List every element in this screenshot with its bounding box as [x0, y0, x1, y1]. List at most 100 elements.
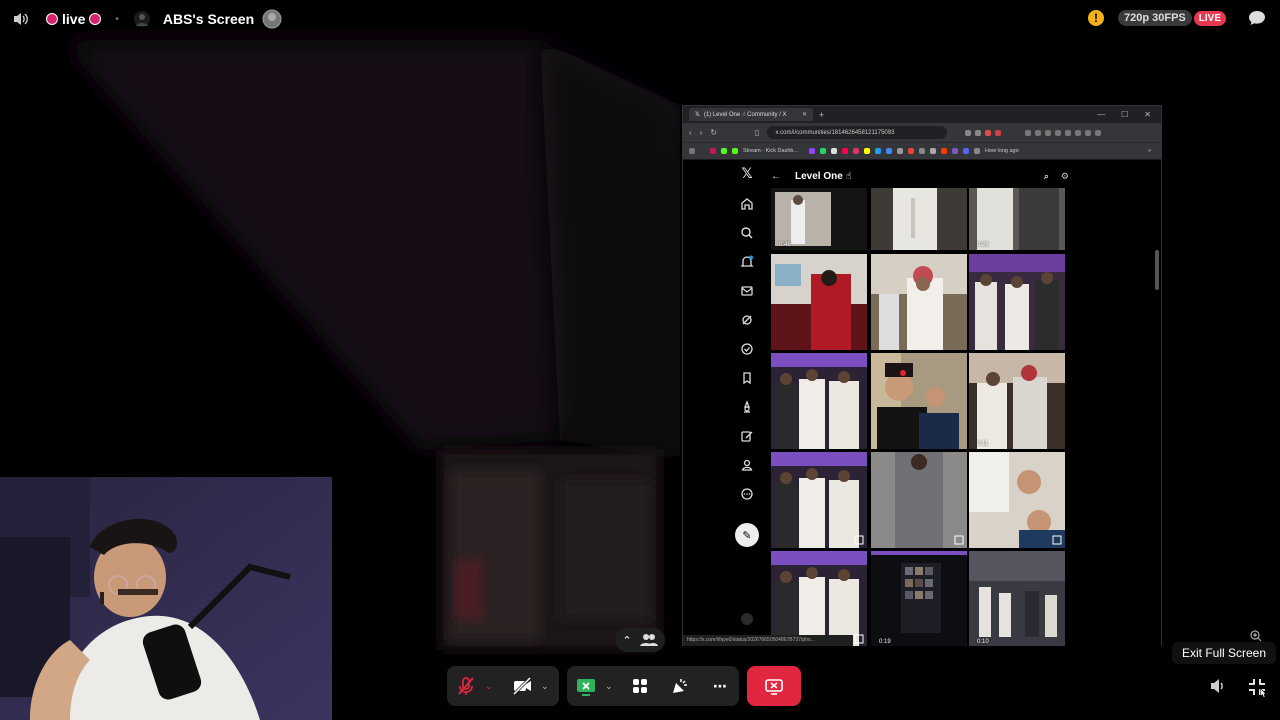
- new-tab-icon[interactable]: +: [819, 110, 824, 120]
- bookmark-favicon[interactable]: [842, 148, 849, 154]
- ext-icon[interactable]: [1075, 129, 1082, 136]
- mic-options-chevron-icon[interactable]: ⌄: [485, 681, 495, 692]
- ext-icon[interactable]: [1085, 129, 1092, 136]
- account-avatar[interactable]: [740, 612, 754, 626]
- bookmark-favicon[interactable]: [820, 148, 827, 154]
- media-tile[interactable]: 0:26: [969, 188, 1065, 250]
- browser-tab[interactable]: 𝕏 (1) Level One ☝ Community / X ✕: [689, 108, 813, 121]
- x-logo-icon[interactable]: 𝕏: [740, 166, 754, 180]
- search-icon[interactable]: [740, 226, 754, 240]
- ext-icon[interactable]: [1065, 129, 1072, 136]
- activities-icon[interactable]: [629, 675, 651, 697]
- share-options-chevron-icon[interactable]: ⌄: [605, 681, 615, 692]
- bookmark-icon[interactable]: ▯: [755, 128, 759, 137]
- exit-fullscreen-icon[interactable]: [1246, 676, 1268, 698]
- media-tile[interactable]: 0:11: [969, 353, 1065, 449]
- bookmark-favicon[interactable]: [875, 148, 882, 154]
- bookmark-favicon[interactable]: [831, 148, 838, 154]
- chat-bubble-icon[interactable]: [1248, 10, 1266, 26]
- camera-off-icon[interactable]: [511, 675, 533, 697]
- ext-icon[interactable]: [1025, 129, 1032, 136]
- back-icon[interactable]: ‹: [689, 128, 692, 137]
- live-label: live: [62, 11, 86, 27]
- reload-icon[interactable]: ↻: [710, 128, 717, 137]
- media-tile[interactable]: [871, 452, 967, 548]
- back-arrow-icon[interactable]: ←: [771, 171, 781, 182]
- bookmark-favicon[interactable]: [963, 148, 970, 154]
- compose-post-button[interactable]: ✎: [735, 523, 759, 547]
- media-tile[interactable]: [871, 188, 967, 250]
- maximize-icon[interactable]: ☐: [1121, 110, 1128, 119]
- bookmark-favicon[interactable]: [809, 148, 816, 154]
- ext-icon[interactable]: [965, 129, 972, 136]
- bookmark-how-long-ago[interactable]: How long ago: [985, 148, 1019, 154]
- media-tile[interactable]: [969, 254, 1065, 350]
- soundboard-icon[interactable]: [669, 675, 691, 697]
- media-tile[interactable]: [771, 551, 867, 646]
- bookmark-kick-dashboard[interactable]: Stream - Kick Dashb...: [743, 148, 798, 154]
- more-bookmarks-icon[interactable]: »: [1148, 148, 1151, 154]
- bookmark-favicon[interactable]: [930, 148, 937, 154]
- media-tile[interactable]: [771, 254, 867, 350]
- bookmark-favicon[interactable]: [710, 148, 716, 154]
- mic-muted-icon[interactable]: [455, 675, 477, 697]
- speaker-icon[interactable]: [12, 11, 30, 27]
- notifications-icon[interactable]: [740, 255, 754, 269]
- separator: •: [115, 13, 119, 25]
- bookmark-favicon[interactable]: [721, 148, 727, 154]
- url-field[interactable]: x.com/i/communities/1814626458121175093: [767, 126, 948, 139]
- ext-icon[interactable]: [1095, 129, 1102, 136]
- bookmark-favicon[interactable]: [853, 148, 860, 154]
- volume-icon[interactable]: [1208, 676, 1228, 696]
- camera-options-chevron-icon[interactable]: ⌄: [541, 681, 551, 692]
- bookmarks-icon[interactable]: [740, 371, 754, 385]
- home-icon[interactable]: [740, 197, 754, 211]
- ext-icon[interactable]: [1035, 129, 1042, 136]
- end-stream-button[interactable]: [747, 666, 801, 706]
- ext-icon[interactable]: [975, 129, 982, 136]
- messages-icon[interactable]: [740, 284, 754, 298]
- media-tile[interactable]: 0:46: [771, 188, 867, 250]
- search-icon[interactable]: ⌕: [1044, 171, 1049, 182]
- grok-icon[interactable]: [740, 313, 754, 327]
- profile-icon[interactable]: [740, 458, 754, 472]
- settings-gear-icon[interactable]: ⚙: [1061, 171, 1069, 182]
- minimize-icon[interactable]: —: [1097, 110, 1105, 119]
- ext-icon[interactable]: [1055, 129, 1062, 136]
- more-options-icon[interactable]: [740, 487, 754, 501]
- media-tile[interactable]: [871, 353, 967, 449]
- page-scrollbar[interactable]: [1155, 250, 1159, 290]
- bookmark-favicon[interactable]: [908, 148, 915, 154]
- bookmark-favicon[interactable]: [897, 148, 904, 154]
- premium-icon[interactable]: [740, 400, 754, 414]
- bookmark-favicon[interactable]: [941, 148, 948, 154]
- zoom-in-icon[interactable]: [1250, 630, 1262, 642]
- screen-share-icon[interactable]: [575, 675, 597, 697]
- media-tile[interactable]: [871, 254, 967, 350]
- bookmark-favicon[interactable]: [974, 148, 981, 154]
- ext-icon[interactable]: [985, 129, 992, 136]
- bookmark-favicon[interactable]: [919, 148, 926, 154]
- video-duration: 0:11: [977, 441, 989, 447]
- media-tile[interactable]: [771, 353, 867, 449]
- more-icon[interactable]: ⋯: [709, 675, 731, 697]
- bookmark-favicon[interactable]: [864, 148, 871, 154]
- ext-icon[interactable]: [1045, 129, 1052, 136]
- tab-close-icon[interactable]: ✕: [802, 111, 807, 118]
- warning-icon[interactable]: !: [1088, 10, 1104, 26]
- communities-icon[interactable]: [740, 342, 754, 356]
- media-tile[interactable]: 0:19: [871, 551, 967, 646]
- webcam-overlay: [0, 477, 332, 720]
- viewers-toggle[interactable]: ⌃: [615, 628, 665, 652]
- bookmark-favicon[interactable]: [886, 148, 893, 154]
- apps-icon[interactable]: [689, 148, 695, 154]
- verified-orgs-icon[interactable]: [740, 429, 754, 443]
- bookmark-favicon[interactable]: [952, 148, 959, 154]
- ext-icon[interactable]: [995, 129, 1002, 136]
- forward-icon[interactable]: ›: [700, 128, 703, 137]
- media-tile[interactable]: 0:10: [969, 551, 1065, 646]
- close-window-icon[interactable]: ✕: [1144, 110, 1151, 119]
- media-tile[interactable]: [969, 452, 1065, 548]
- extensions-area: [965, 129, 1102, 136]
- media-tile[interactable]: [771, 452, 867, 548]
